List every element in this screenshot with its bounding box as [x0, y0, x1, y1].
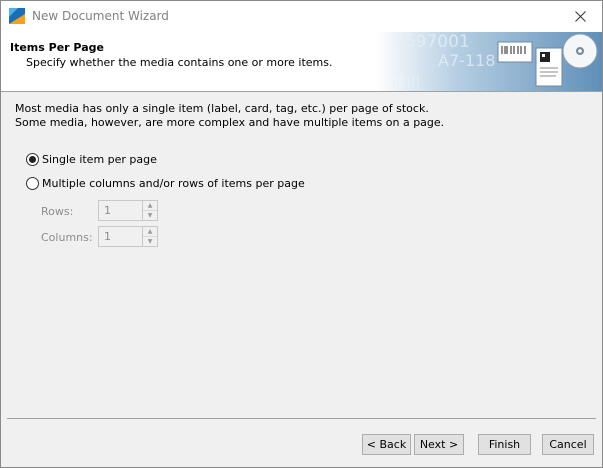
- single-item-radio[interactable]: [26, 153, 39, 166]
- multiple-items-option[interactable]: Multiple columns and/or rows of items pe…: [26, 177, 305, 190]
- page-subtitle: Specify whether the media contains one o…: [26, 56, 333, 69]
- multiple-items-label: Multiple columns and/or rows of items pe…: [42, 177, 305, 190]
- columns-label: Columns:: [41, 231, 93, 244]
- finish-button[interactable]: Finish: [478, 434, 531, 455]
- next-button[interactable]: Next >: [414, 434, 464, 455]
- banner-number-1: 3597001: [394, 32, 470, 52]
- rows-increment-button[interactable]: ▲: [143, 201, 157, 211]
- app-logo-icon: [9, 8, 25, 24]
- page-title: Items Per Page: [10, 41, 104, 54]
- rows-spin-buttons: ▲ ▼: [142, 201, 157, 220]
- rows-stepper[interactable]: 1 ▲ ▼: [98, 200, 158, 221]
- arrow-up-icon: ▲: [147, 202, 153, 209]
- columns-value: 1: [104, 230, 111, 243]
- columns-decrement-button[interactable]: ▼: [143, 237, 157, 246]
- single-item-option[interactable]: Single item per page: [26, 153, 157, 166]
- rows-decrement-button[interactable]: ▼: [143, 211, 157, 220]
- description-line-2: Some media, however, are more complex an…: [15, 116, 445, 129]
- close-icon: [574, 11, 586, 22]
- title-bar: New Document Wizard: [1, 1, 602, 32]
- cancel-button[interactable]: Cancel: [542, 434, 594, 455]
- arrow-up-icon: ▲: [147, 228, 153, 235]
- rows-label: Rows:: [41, 205, 74, 218]
- columns-spin-buttons: ▲ ▼: [142, 227, 157, 246]
- columns-increment-button[interactable]: ▲: [143, 227, 157, 237]
- rows-value: 1: [104, 204, 111, 217]
- arrow-down-icon: ▼: [147, 212, 153, 219]
- wizard-window: New Document Wizard Items Per Page Speci…: [0, 0, 603, 468]
- multiple-items-radio[interactable]: [26, 177, 39, 190]
- description-line-1: Most media has only a single item (label…: [15, 102, 429, 115]
- single-item-label: Single item per page: [42, 153, 157, 166]
- footer-divider: [7, 418, 596, 419]
- arrow-down-icon: ▼: [147, 238, 153, 245]
- back-button[interactable]: < Back: [362, 434, 411, 455]
- page-header: Items Per Page Specify whether the media…: [1, 32, 602, 92]
- close-button[interactable]: [558, 1, 602, 32]
- description: Most media has only a single item (label…: [15, 102, 444, 130]
- barcode-labels-banner-image: 3597001 A7-118: [376, 32, 602, 91]
- columns-stepper[interactable]: 1 ▲ ▼: [98, 226, 158, 247]
- banner-number-2: A7-118: [438, 51, 495, 70]
- window-title: New Document Wizard: [32, 9, 169, 23]
